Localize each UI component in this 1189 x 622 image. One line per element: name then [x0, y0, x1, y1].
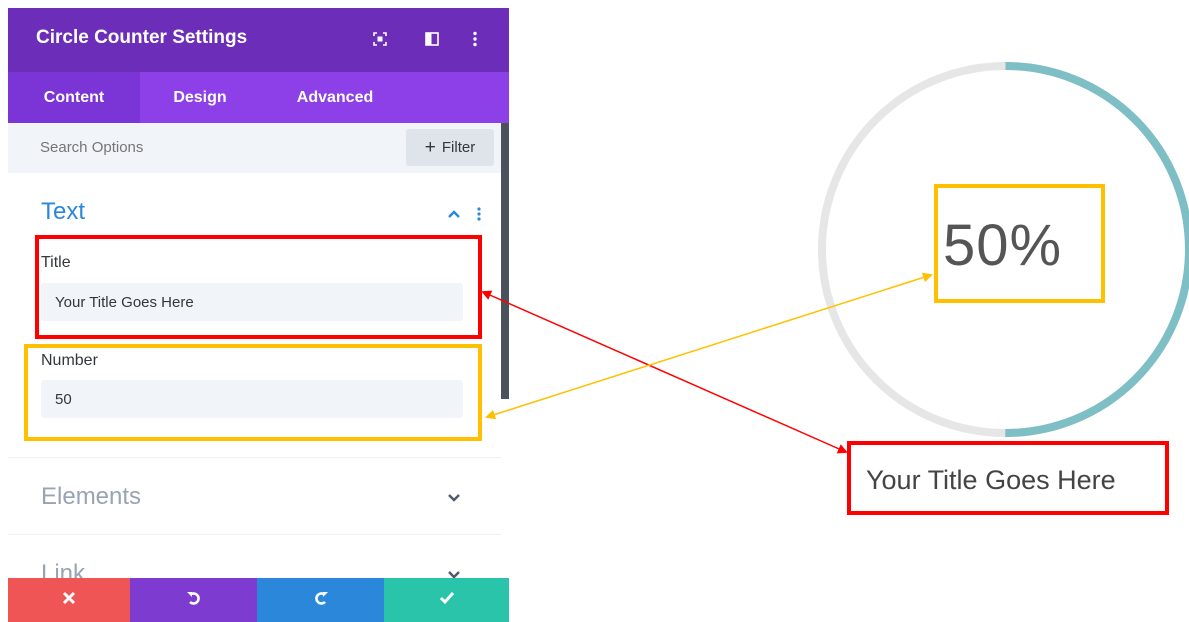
- panel-header: Circle Counter Settings: [8, 8, 509, 72]
- tab-bar: Content Design Advanced: [8, 72, 509, 123]
- split-view-icon[interactable]: [421, 28, 443, 50]
- chevron-down-icon[interactable]: [444, 487, 464, 507]
- title-annotation-box: [35, 235, 482, 339]
- section-title-text[interactable]: Text: [41, 198, 85, 226]
- preview-title-annotation-box: [847, 441, 1169, 515]
- tab-design[interactable]: Design: [140, 72, 260, 123]
- tab-content[interactable]: Content: [8, 72, 140, 123]
- filter-label: Filter: [441, 139, 476, 156]
- section-divider: [8, 534, 501, 535]
- tab-advanced[interactable]: Advanced: [260, 72, 410, 123]
- search-input[interactable]: [40, 139, 340, 156]
- section-divider: [8, 457, 501, 458]
- title-link-arrow: [481, 290, 848, 454]
- undo-button[interactable]: [130, 578, 257, 622]
- percent-annotation-box: [934, 184, 1105, 303]
- chevron-up-icon[interactable]: [444, 204, 464, 224]
- section-menu-icon[interactable]: [474, 204, 484, 224]
- expand-icon[interactable]: [369, 28, 391, 50]
- close-icon: [62, 591, 76, 610]
- save-button[interactable]: [384, 578, 509, 622]
- action-footer: [8, 578, 509, 622]
- redo-icon: [313, 590, 329, 611]
- check-icon: [439, 591, 455, 610]
- panel-title: Circle Counter Settings: [36, 27, 248, 48]
- discard-button[interactable]: [8, 578, 130, 622]
- filter-button[interactable]: + Filter: [406, 129, 494, 166]
- search-bar: + Filter: [8, 123, 501, 173]
- more-options-icon[interactable]: [464, 28, 486, 50]
- plus-icon: +: [424, 137, 436, 158]
- section-title-elements[interactable]: Elements: [41, 483, 141, 511]
- number-annotation-box: [24, 344, 482, 441]
- undo-icon: [186, 590, 202, 611]
- scrollbar[interactable]: [501, 123, 509, 399]
- redo-button[interactable]: [257, 578, 384, 622]
